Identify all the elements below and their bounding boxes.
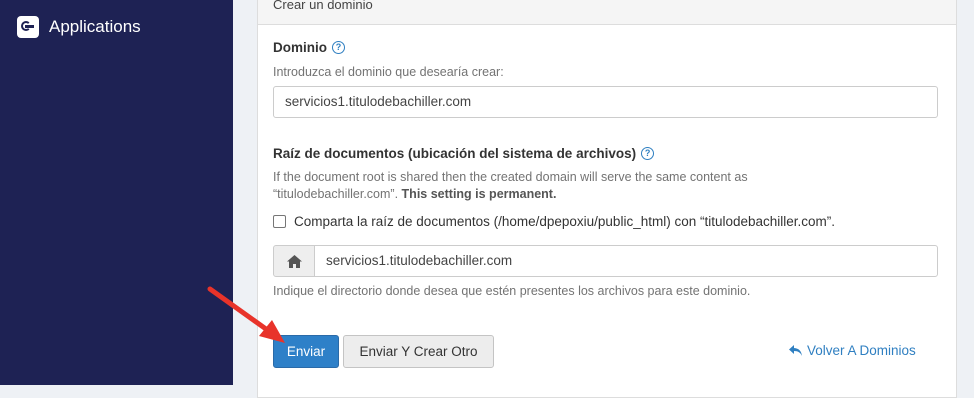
docroot-label: Raíz de documentos (ubicación del sistem… bbox=[273, 146, 655, 161]
home-icon-addon bbox=[273, 245, 315, 277]
back-to-domains-link[interactable]: Volver A Dominios bbox=[789, 343, 916, 358]
panel-heading: Crear un dominio bbox=[258, 0, 956, 25]
share-docroot-label[interactable]: Comparta la raíz de documentos (/home/dp… bbox=[294, 214, 835, 229]
permanent-warning: This setting is permanent. bbox=[401, 187, 557, 201]
home-icon bbox=[286, 254, 302, 268]
docroot-input[interactable]: servicios1.titulodebachiller.com bbox=[314, 245, 938, 277]
annotation-arrow-icon bbox=[207, 286, 285, 343]
domain-hint: Introduzca el dominio que desearía crear… bbox=[273, 65, 504, 79]
panel-title: Crear un dominio bbox=[273, 0, 373, 12]
docroot-after-hint: Indique el directorio donde desea que es… bbox=[273, 284, 751, 298]
domain-help-icon[interactable]: ? bbox=[332, 41, 345, 54]
reply-arrow-icon bbox=[789, 344, 802, 356]
submit-and-create-another-button[interactable]: Enviar Y Crear Otro bbox=[343, 335, 494, 368]
docroot-help-icon[interactable]: ? bbox=[641, 147, 655, 160]
share-docroot-option[interactable]: Comparta la raíz de documentos (/home/dp… bbox=[273, 214, 835, 229]
applications-link[interactable]: Applications bbox=[17, 14, 141, 40]
applications-label: Applications bbox=[49, 17, 141, 36]
domain-input[interactable]: servicios1.titulodebachiller.com bbox=[273, 86, 938, 118]
docroot-hint: If the document root is shared then the … bbox=[273, 170, 748, 201]
domain-label: Dominio ? bbox=[273, 40, 345, 55]
share-docroot-checkbox[interactable] bbox=[273, 215, 286, 228]
back-to-domains-label[interactable]: Volver A Dominios bbox=[807, 343, 916, 358]
applications-icon bbox=[17, 16, 39, 38]
sidebar: Applications bbox=[0, 0, 233, 385]
